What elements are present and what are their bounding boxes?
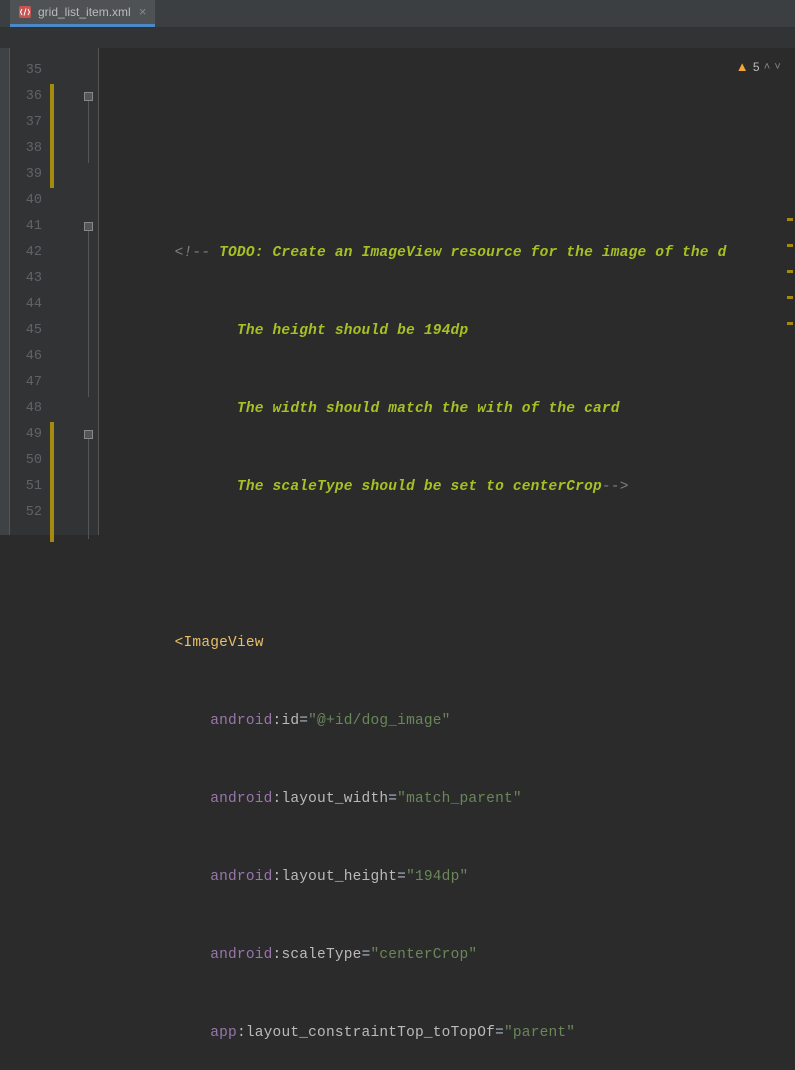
warning-marker[interactable] <box>787 218 793 221</box>
line-number: 51 <box>10 474 42 500</box>
warning-icon: ▲ <box>736 54 749 80</box>
line-number: 47 <box>10 370 42 396</box>
line-number: 42 <box>10 240 42 266</box>
close-icon[interactable]: × <box>137 5 149 20</box>
code-line[interactable]: android:scaleType="centerCrop" <box>99 942 795 968</box>
code-line[interactable]: The width should match the with of the c… <box>99 396 795 422</box>
gutter-icons <box>50 58 80 535</box>
xml-file-icon <box>18 5 32 19</box>
line-number: 43 <box>10 266 42 292</box>
code-line[interactable]: app:layout_constraintTop_toTopOf="parent… <box>99 1020 795 1046</box>
warning-marker[interactable] <box>787 244 793 247</box>
code-line[interactable]: android:id="@+id/dog_image" <box>99 708 795 734</box>
line-number: 36 <box>10 84 42 110</box>
code-area[interactable]: ▲ 5 ˄ ˅ <!-- TODO: Create an ImageView r… <box>99 48 795 535</box>
code-line[interactable]: The scaleType should be set to centerCro… <box>99 474 795 500</box>
line-number: 52 <box>10 500 42 526</box>
line-number: 48 <box>10 396 42 422</box>
fold-column <box>80 58 98 535</box>
fold-toggle-icon[interactable] <box>84 430 93 439</box>
code-editor[interactable]: 35 36 37 38 39 40 41 42 43 44 45 46 47 4… <box>0 48 795 535</box>
line-number: 41 <box>10 214 42 240</box>
code-line[interactable]: android:layout_width="match_parent" <box>99 786 795 812</box>
gutter: 35 36 37 38 39 40 41 42 43 44 45 46 47 4… <box>10 48 99 535</box>
left-margin <box>0 48 10 535</box>
marker-rail[interactable] <box>785 48 795 535</box>
code-line[interactable] <box>99 162 795 188</box>
code-line[interactable]: android:layout_height="194dp" <box>99 864 795 890</box>
fold-toggle-icon[interactable] <box>84 92 93 101</box>
line-number: 39 <box>10 162 42 188</box>
fold-line <box>88 439 89 539</box>
code-line[interactable] <box>99 552 795 578</box>
warning-count: 5 <box>753 54 760 80</box>
code-line[interactable]: <!-- TODO: Create an ImageView resource … <box>99 240 795 266</box>
chevron-down-icon[interactable]: ˅ <box>774 54 781 80</box>
tab-bar: grid_list_item.xml × <box>0 0 795 28</box>
line-number: 49 <box>10 422 42 448</box>
line-number: 40 <box>10 188 42 214</box>
fold-toggle-icon[interactable] <box>84 222 93 231</box>
line-number: 50 <box>10 448 42 474</box>
chevron-up-icon[interactable]: ˄ <box>764 54 771 80</box>
line-number: 46 <box>10 344 42 370</box>
line-number: 37 <box>10 110 42 136</box>
line-number: 45 <box>10 318 42 344</box>
editor-tab[interactable]: grid_list_item.xml × <box>10 0 155 27</box>
change-marker <box>50 84 54 188</box>
fold-line <box>88 231 89 397</box>
breadcrumb-bar <box>0 28 795 48</box>
line-number: 35 <box>10 58 42 84</box>
warning-marker[interactable] <box>787 270 793 273</box>
tab-bar-left <box>0 0 10 27</box>
fold-line <box>88 101 89 163</box>
warning-marker[interactable] <box>787 296 793 299</box>
line-number: 44 <box>10 292 42 318</box>
inspection-summary[interactable]: ▲ 5 ˄ ˅ <box>736 54 781 80</box>
code-line[interactable]: The height should be 194dp <box>99 318 795 344</box>
change-marker <box>50 422 54 542</box>
warning-marker[interactable] <box>787 322 793 325</box>
line-number: 38 <box>10 136 42 162</box>
line-numbers: 35 36 37 38 39 40 41 42 43 44 45 46 47 4… <box>10 58 50 535</box>
code-line[interactable]: <ImageView <box>99 630 795 656</box>
tab-label: grid_list_item.xml <box>38 5 131 19</box>
